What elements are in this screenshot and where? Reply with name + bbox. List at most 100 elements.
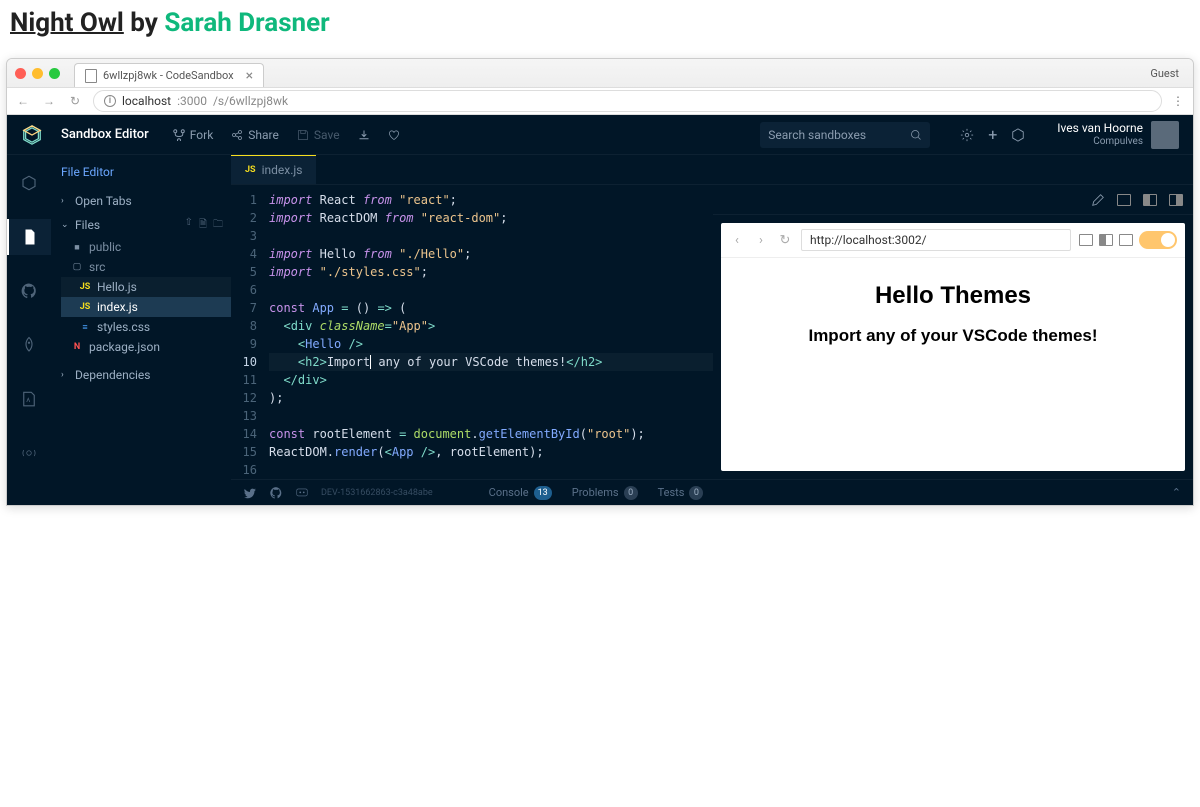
plus-icon[interactable]: + (988, 125, 997, 144)
problems-tab[interactable]: Problems0 (572, 486, 638, 500)
layout-icon-3[interactable] (1169, 194, 1183, 206)
file-index[interactable]: JSindex.js (61, 297, 231, 317)
rail-github-icon[interactable] (7, 273, 51, 309)
url-path: /s/6wllzpj8wk (213, 94, 288, 108)
theme-name: Night Owl (10, 8, 124, 38)
section-open-tabs[interactable]: ›Open Tabs (51, 189, 231, 213)
file-sidebar: File Editor ›Open Tabs ⌄Files ⇧ 🗎 🗀 ■pub… (51, 155, 231, 505)
search-input[interactable]: Search sandboxes (760, 122, 930, 148)
preview-subheading: Import any of your VSCode themes! (808, 326, 1097, 346)
page-title: Night Owl by Sarah Drasner (10, 8, 1190, 38)
close-window-icon[interactable] (15, 68, 26, 79)
heart-icon (388, 129, 400, 141)
site-info-icon[interactable]: i (104, 95, 116, 107)
browser-window: 6wllzpj8wk - CodeSandbox × Guest ← → ↻ i… (6, 58, 1194, 506)
minimize-window-icon[interactable] (32, 68, 43, 79)
maximize-window-icon[interactable] (49, 68, 60, 79)
preview-layout-icon[interactable] (1079, 234, 1093, 246)
preview-content: Hello Themes Import any of your VSCode t… (721, 258, 1185, 471)
download-button[interactable] (358, 129, 370, 141)
document-icon (85, 69, 97, 83)
twitter-icon[interactable] (243, 486, 257, 500)
avatar (1151, 121, 1179, 149)
search-placeholder: Search sandboxes (768, 128, 902, 142)
preview-forward-icon[interactable]: › (753, 233, 769, 248)
app-brand: Sandbox Editor (61, 127, 149, 142)
mac-window-controls (15, 68, 60, 79)
problems-badge: 0 (624, 486, 638, 500)
code-body[interactable]: import React from "react"; import ReactD… (269, 191, 713, 479)
file-styles[interactable]: ≡styles.css (61, 317, 231, 337)
folder-public[interactable]: ■public (61, 237, 231, 257)
browser-menu-icon[interactable]: ⋮ (1172, 94, 1185, 108)
rail-deploy-icon[interactable] (7, 327, 51, 363)
rail-config-icon[interactable] (7, 381, 51, 417)
browser-tab[interactable]: 6wllzpj8wk - CodeSandbox × (74, 63, 264, 87)
rail-explore-icon[interactable] (7, 165, 51, 201)
browser-tab-title: 6wllzpj8wk - CodeSandbox (103, 69, 234, 82)
preview-reload-icon[interactable]: ↻ (777, 233, 793, 248)
user-name: Ives van Hoorne (1057, 122, 1143, 135)
url-bar[interactable]: i localhost :3000/s/6wllzpj8wk (93, 90, 1162, 112)
preview-back-icon[interactable]: ‹ (729, 233, 745, 248)
preview-url-input[interactable]: http://localhost:3002/ (801, 229, 1071, 251)
reload-icon[interactable]: ↻ (67, 94, 83, 108)
collapse-icon[interactable]: ⌃ (1172, 486, 1181, 499)
gear-icon[interactable] (960, 128, 974, 142)
fork-button[interactable]: Fork (173, 128, 214, 142)
download-icon (358, 129, 370, 141)
codesandbox-logo-icon[interactable] (21, 124, 43, 146)
preview-heading: Hello Themes (875, 282, 1031, 310)
github-icon[interactable] (269, 486, 283, 500)
preview-external-icon[interactable] (1119, 234, 1133, 246)
save-icon (297, 129, 309, 141)
url-host: localhost (122, 94, 171, 108)
pencil-icon[interactable] (1091, 193, 1105, 207)
rail-live-icon[interactable] (7, 435, 51, 471)
close-tab-icon[interactable]: × (246, 68, 253, 84)
sidebar-title: File Editor (51, 161, 231, 189)
user-menu[interactable]: Ives van Hoorne Compulves (1057, 121, 1179, 149)
like-button[interactable] (388, 129, 400, 141)
editor-tab-index[interactable]: JS index.js (231, 155, 316, 184)
activity-rail (7, 155, 51, 505)
author-name[interactable]: Sarah Drasner (164, 8, 329, 38)
upload-icon[interactable]: ⇧ (185, 217, 193, 234)
folder-src[interactable]: ▢src (61, 257, 231, 277)
dev-version: DEV-1531662863-c3a48abe (321, 488, 433, 498)
tests-tab[interactable]: Tests0 (658, 486, 704, 500)
forward-icon[interactable]: → (41, 94, 57, 108)
console-tab[interactable]: Console13 (489, 486, 552, 500)
save-button[interactable]: Save (297, 128, 340, 142)
file-package[interactable]: Npackage.json (61, 337, 231, 357)
by-label: by (130, 8, 158, 38)
layout-icon-1[interactable] (1117, 194, 1131, 206)
console-badge: 13 (534, 486, 552, 500)
cube-icon[interactable] (1011, 128, 1025, 142)
app-topbar: Sandbox Editor Fork Share Save (7, 115, 1193, 155)
preview-split-icon[interactable] (1099, 234, 1113, 246)
new-file-icon[interactable]: 🗎 (199, 217, 207, 234)
layout-icon-2[interactable] (1143, 194, 1157, 206)
back-icon[interactable]: ← (15, 94, 31, 108)
rail-files-icon[interactable] (7, 219, 51, 255)
editor-tab-label: index.js (262, 163, 303, 177)
user-subtitle: Compulves (1057, 136, 1143, 147)
share-label: Share (248, 128, 279, 142)
new-folder-icon[interactable]: 🗀 (213, 217, 223, 234)
share-button[interactable]: Share (231, 128, 279, 142)
line-gutter: 1 2 3 4 5 6 7 8 9 10 11 (231, 191, 269, 479)
discord-icon[interactable] (295, 486, 309, 500)
file-hello[interactable]: JSHello.js (61, 277, 231, 297)
fork-icon (173, 129, 185, 141)
preview-pane: ‹ › ↻ http://localhost:3002/ (713, 185, 1193, 479)
preview-toggle[interactable] (1139, 231, 1177, 249)
fork-label: Fork (190, 128, 214, 142)
url-port: :3000 (177, 94, 207, 108)
guest-label[interactable]: Guest (1150, 67, 1185, 80)
code-editor[interactable]: 1 2 3 4 5 6 7 8 9 10 11 (231, 185, 713, 479)
search-icon (910, 129, 922, 141)
section-dependencies[interactable]: ›Dependencies (51, 363, 231, 387)
section-files[interactable]: ⌄Files (51, 213, 110, 237)
js-icon: JS (245, 165, 256, 175)
